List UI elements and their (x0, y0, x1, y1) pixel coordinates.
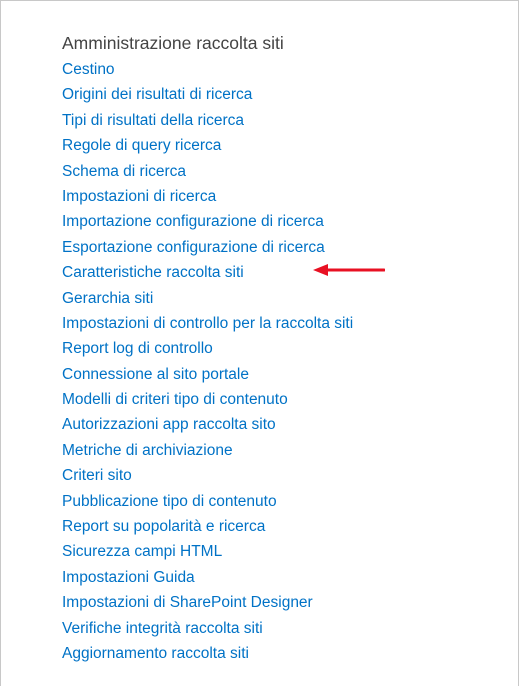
link-content-type-publishing[interactable]: Pubblicazione tipo di contenuto (62, 489, 353, 514)
link-help-settings[interactable]: Impostazioni Guida (62, 565, 353, 590)
link-content-type-policy-templates[interactable]: Modelli di criteri tipo di contenuto (62, 387, 353, 412)
link-html-field-security[interactable]: Sicurezza campi HTML (62, 539, 353, 564)
link-search-settings[interactable]: Impostazioni di ricerca (62, 184, 353, 209)
link-portal-site-connection[interactable]: Connessione al sito portale (62, 362, 353, 387)
link-site-hierarchy[interactable]: Gerarchia siti (62, 286, 353, 311)
link-search-query-rules[interactable]: Regole di query ricerca (62, 133, 353, 158)
link-search-result-types[interactable]: Tipi di risultati della ricerca (62, 108, 353, 133)
link-popularity-search-reports[interactable]: Report su popolarità e ricerca (62, 514, 353, 539)
link-search-config-import[interactable]: Importazione configurazione di ricerca (62, 209, 353, 234)
link-site-collection-features[interactable]: Caratteristiche raccolta siti (62, 260, 353, 285)
link-storage-metrics[interactable]: Metriche di archiviazione (62, 438, 353, 463)
link-recycle-bin[interactable]: Cestino (62, 57, 353, 82)
link-site-policies[interactable]: Criteri sito (62, 463, 353, 488)
link-search-schema[interactable]: Schema di ricerca (62, 159, 353, 184)
site-collection-administration-section: Amministrazione raccolta siti Cestino Or… (62, 31, 353, 666)
link-search-config-export[interactable]: Esportazione configurazione di ricerca (62, 235, 353, 260)
section-heading: Amministrazione raccolta siti (62, 33, 284, 53)
link-site-collection-health-checks[interactable]: Verifiche integrità raccolta siti (62, 616, 353, 641)
link-sharepoint-designer-settings[interactable]: Impostazioni di SharePoint Designer (62, 590, 353, 615)
link-site-collection-upgrade[interactable]: Aggiornamento raccolta siti (62, 641, 353, 666)
settings-panel: Amministrazione raccolta siti Cestino Or… (0, 0, 519, 686)
link-audit-settings[interactable]: Impostazioni di controllo per la raccolt… (62, 311, 353, 336)
link-site-collection-app-permissions[interactable]: Autorizzazioni app raccolta sito (62, 412, 353, 437)
link-audit-log-reports[interactable]: Report log di controllo (62, 336, 353, 361)
red-arrow-left-icon (313, 264, 385, 276)
admin-link-list: Cestino Origini dei risultati di ricerca… (62, 57, 353, 666)
link-search-result-sources[interactable]: Origini dei risultati di ricerca (62, 82, 353, 107)
